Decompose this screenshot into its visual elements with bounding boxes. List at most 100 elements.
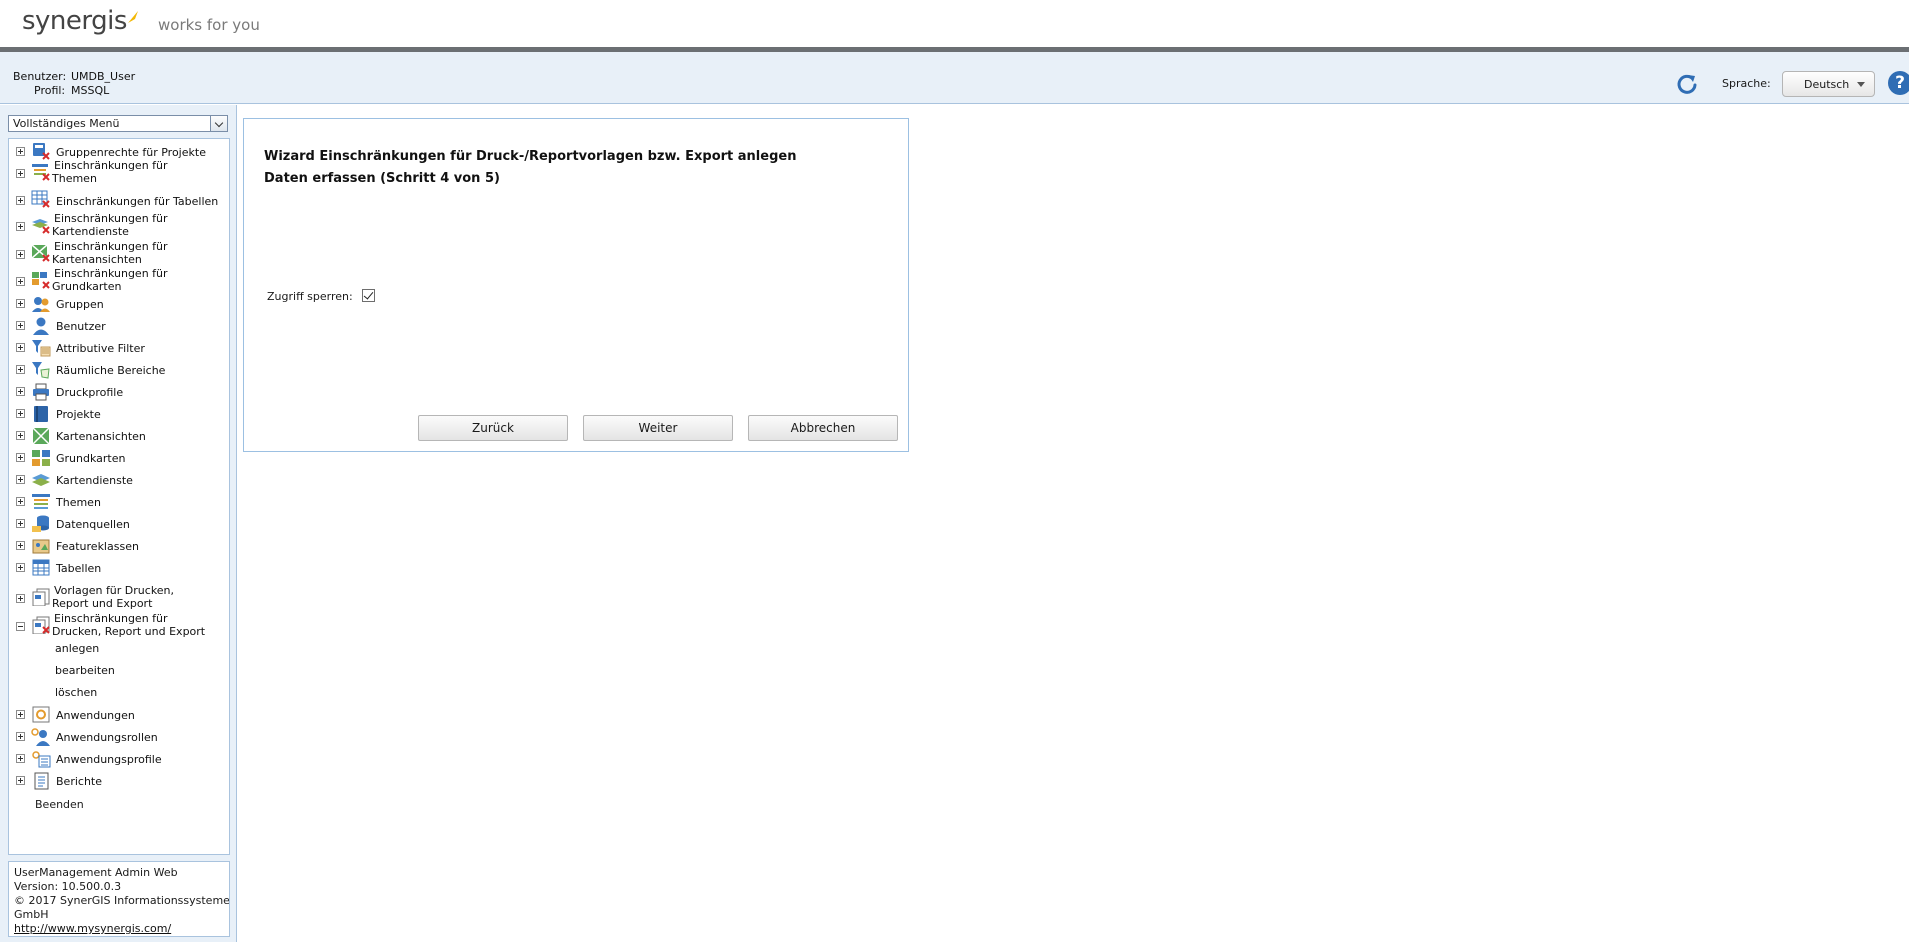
tree-label: Gruppenrechte für Projekte: [56, 146, 206, 159]
language-select[interactable]: Deutsch: [1782, 71, 1875, 97]
synergis-logo: synergis: [22, 6, 127, 36]
application-profiles-icon: [32, 751, 51, 768]
expand-icon[interactable]: [16, 453, 25, 462]
expand-icon[interactable]: [16, 754, 25, 763]
app-version: Version: 10.500.0.3: [14, 880, 122, 893]
datasource-icon: [32, 515, 49, 532]
user-icon: [33, 317, 49, 335]
restriction-mapservices-icon: [32, 219, 50, 234]
expand-icon[interactable]: [16, 222, 25, 231]
tree-label: Einschränkungen für Kartendienste: [52, 212, 168, 238]
restriction-themes-icon: [32, 164, 50, 181]
applications-icon: [32, 706, 50, 723]
restriction-basemaps-icon: [32, 272, 50, 289]
profile-label: Profil:: [34, 84, 66, 97]
expand-icon[interactable]: [16, 169, 25, 178]
sub-item-anlegen[interactable]: anlegen: [55, 642, 99, 655]
website-link[interactable]: http://www.mysynergis.com/: [14, 922, 171, 935]
refresh-icon[interactable]: [1674, 71, 1700, 97]
expand-icon[interactable]: [16, 563, 25, 572]
expand-icon[interactable]: [16, 299, 25, 308]
tree-label: Druckprofile: [56, 386, 124, 399]
tree-label-line1: Einschränkungen für: [54, 612, 168, 625]
language-value: Deutsch: [1804, 78, 1850, 91]
tree-label: Räumliche Bereiche: [56, 364, 166, 377]
spatial-filter-icon: [32, 362, 50, 379]
chevron-down-icon[interactable]: [210, 116, 227, 131]
wizard-panel: Wizard Einschränkungen für Druck-/Report…: [243, 118, 909, 452]
expand-icon[interactable]: [16, 541, 25, 550]
expand-icon[interactable]: [16, 710, 25, 719]
cancel-button[interactable]: Abbrechen: [748, 415, 898, 441]
tree-label-line1: Einschränkungen für: [54, 212, 168, 225]
expand-icon[interactable]: [16, 776, 25, 785]
menu-select-value: Vollständiges Menü: [13, 117, 120, 130]
tree-label-line1: Einschränkungen für: [54, 267, 168, 280]
brand-bar: synergis works for you: [0, 0, 1909, 48]
back-button[interactable]: Zurück: [418, 415, 568, 441]
collapse-icon[interactable]: [16, 622, 25, 631]
tree-label: Anwendungen: [56, 709, 135, 722]
tree-label: Themen: [56, 496, 101, 509]
expand-icon[interactable]: [16, 409, 25, 418]
wizard-title: Wizard Einschränkungen für Druck-/Report…: [264, 149, 797, 164]
profile-value: MSSQL: [71, 84, 110, 97]
tree-label: Vorlagen für Drucken, Report und Export: [52, 584, 174, 610]
expand-icon[interactable]: [16, 497, 25, 506]
tree-label: Kartendienste: [56, 474, 133, 487]
tree-label: Grundkarten: [56, 452, 126, 465]
project-book-icon: [34, 406, 48, 422]
tree-label: Einschränkungen für Tabellen: [56, 195, 219, 208]
tree-label: Einschränkungen für Kartenansichten: [52, 240, 168, 266]
expand-icon[interactable]: [16, 475, 25, 484]
language-label: Sprache:: [1722, 77, 1771, 90]
copyright-company: GmbH: [14, 908, 49, 921]
user-label: Benutzer:: [13, 70, 67, 83]
expand-icon[interactable]: [16, 365, 25, 374]
tree-label: Anwendungsprofile: [56, 753, 162, 766]
table-icon: [32, 559, 50, 576]
templates-icon: [32, 588, 50, 606]
wizard-subtitle: Daten erfassen (Schritt 4 von 5): [264, 171, 500, 186]
mapservice-icon: [32, 474, 50, 486]
lock-access-checkbox[interactable]: [362, 289, 375, 302]
help-icon[interactable]: ?: [1888, 71, 1909, 95]
restriction-tables-icon: [31, 190, 50, 208]
tree-label-line1: Einschränkungen für: [54, 240, 168, 253]
tree-label-line1: Einschränkungen für: [54, 159, 168, 172]
expand-icon[interactable]: [16, 519, 25, 528]
copyright: © 2017 SynerGIS Informationssysteme: [14, 894, 230, 907]
expand-icon[interactable]: [16, 594, 25, 603]
user-value: UMDB_User: [71, 70, 136, 83]
next-button[interactable]: Weiter: [583, 415, 733, 441]
navigation-tree: Gruppenrechte für Projekte Einschränkung…: [8, 138, 230, 855]
tree-label: Berichte: [56, 775, 102, 788]
tree-label-line2: Kartenansichten: [52, 253, 142, 266]
exit-link[interactable]: Beenden: [35, 798, 84, 811]
restriction-mapviews-icon: [31, 244, 50, 262]
tree-label-line2: Drucken, Report und Export: [52, 625, 206, 638]
tree-label: Featureklassen: [56, 540, 139, 553]
expand-icon[interactable]: [16, 277, 25, 286]
tree-label: Datenquellen: [56, 518, 130, 531]
tree-label-line2: Themen: [52, 172, 97, 185]
tree-label: Benutzer: [56, 320, 106, 333]
reports-icon: [34, 772, 49, 790]
brand-tagline: works for you: [158, 16, 260, 34]
expand-icon[interactable]: [16, 321, 25, 330]
expand-icon[interactable]: [16, 250, 25, 259]
groups-icon: [32, 297, 50, 312]
menu-select[interactable]: Vollständiges Menü: [8, 115, 228, 132]
restriction-templates-icon: [32, 616, 50, 634]
expand-icon[interactable]: [16, 196, 25, 205]
tree-label-line2: Kartendienste: [52, 225, 129, 238]
expand-icon[interactable]: [16, 343, 25, 352]
sub-item-loeschen[interactable]: löschen: [55, 686, 97, 699]
sub-item-bearbeiten[interactable]: bearbeiten: [55, 664, 115, 677]
attribute-filter-icon: [32, 340, 51, 357]
expand-icon[interactable]: [16, 147, 25, 156]
expand-icon[interactable]: [16, 431, 25, 440]
expand-icon[interactable]: [16, 387, 25, 396]
themes-icon: [32, 494, 50, 509]
expand-icon[interactable]: [16, 732, 25, 741]
